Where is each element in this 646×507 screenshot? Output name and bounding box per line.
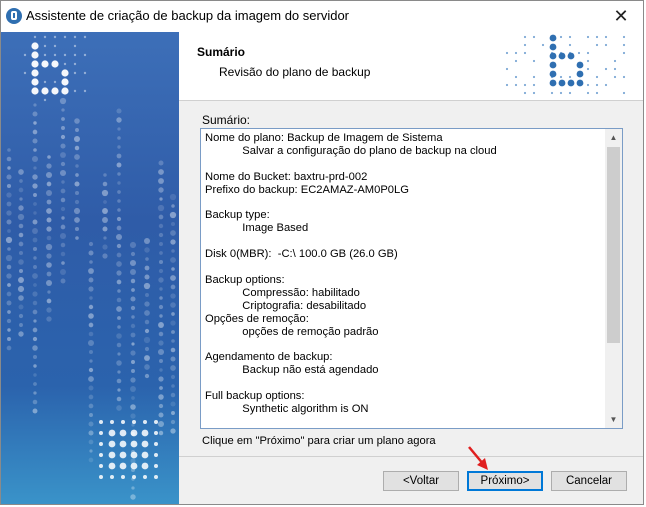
wizard-window: Assistente de criação de backup da image… [0,0,644,505]
divider [179,456,643,457]
wizard-header: Sumário Revisão do plano de backup [179,32,643,101]
next-button[interactable]: Próximo> [467,471,543,491]
back-button[interactable]: <Voltar [383,471,459,491]
red-arrow-icon [468,446,488,470]
title-bar: Assistente de criação de backup da image… [1,1,643,32]
summary-text: Nome do plano: Backup de Imagem de Siste… [205,132,497,416]
close-button[interactable]: ✕ [599,1,643,31]
summary-label: Sumário: [202,113,251,127]
cancel-button[interactable]: Cancelar [551,471,627,491]
sidebar-banner [1,32,179,504]
page-subtitle: Revisão do plano de backup [219,65,371,79]
server-backup-icon [6,8,22,24]
dotted-pattern-graphic [5,35,177,500]
summary-textbox[interactable]: Nome do plano: Backup de Imagem de Siste… [200,128,623,429]
scroll-thumb[interactable] [607,147,620,343]
window-title: Assistente de criação de backup da image… [26,8,350,23]
hint-text: Clique em "Próximo" para criar um plano … [202,435,436,447]
page-title: Sumário [197,45,246,59]
wizard-content: Sumário: Nome do plano: Backup de Imagem… [179,101,643,504]
vertical-scrollbar[interactable]: ▲ ▼ [605,129,622,428]
brand-logo-icon [505,34,626,95]
scroll-up-icon[interactable]: ▲ [605,129,622,146]
scroll-down-icon[interactable]: ▼ [605,411,622,428]
